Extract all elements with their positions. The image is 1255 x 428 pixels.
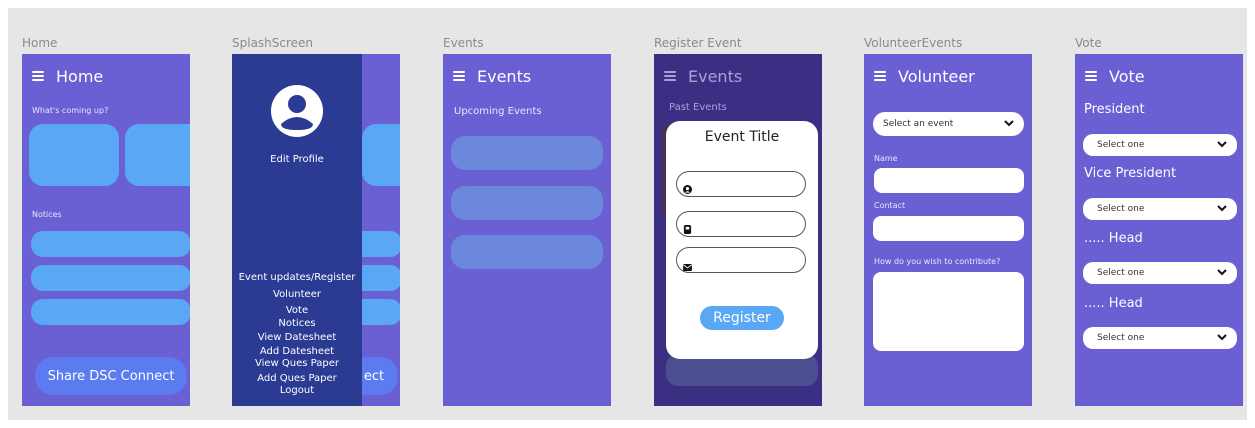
drawer-item-vote[interactable]: Vote [232, 305, 362, 316]
chevron-down-icon [1217, 204, 1227, 215]
drawer-item-view-datesheet[interactable]: View Datesheet [232, 332, 362, 343]
position-heading: President [1084, 102, 1145, 117]
event-card[interactable] [125, 124, 190, 186]
drawer-item-notices[interactable]: Notices [232, 318, 362, 329]
candidate-select[interactable]: Select one [1083, 262, 1237, 284]
menu-icon[interactable] [874, 71, 886, 81]
candidate-select-value: Select one [1097, 333, 1145, 343]
share-button[interactable]: Share DSC Connect [35, 357, 187, 395]
app-bar: Vote [1075, 64, 1243, 88]
mail-icon [683, 256, 692, 275]
modal-title: Event Title [704, 129, 780, 145]
phone-events: Events Upcoming Events [443, 54, 611, 406]
menu-icon[interactable] [453, 71, 465, 81]
candidate-select[interactable]: Select one [1083, 327, 1237, 349]
screen-title: Home [56, 66, 104, 86]
design-canvas [8, 8, 1247, 420]
contact-field[interactable] [873, 216, 1024, 241]
phone-vote: Vote President Select one Vice President… [1075, 54, 1243, 406]
register-modal: Event Title Register [666, 121, 818, 359]
event-select[interactable]: Select an event [873, 112, 1024, 136]
chevron-down-icon [1217, 333, 1227, 344]
app-bar: Home [22, 64, 190, 88]
candidate-select-value: Select one [1097, 140, 1145, 150]
name-label: Name [874, 154, 898, 163]
notices-label: Notices [32, 210, 62, 219]
notice-item[interactable] [31, 299, 190, 325]
drawer-item-logout[interactable]: Logout [232, 385, 362, 396]
drawer-item-event-updates[interactable]: Event updates/Register [232, 272, 362, 283]
phone-home: Home What's coming up? Notices Share DSC… [22, 54, 190, 406]
position-heading: ..... Head [1084, 231, 1143, 246]
drawer-item-add-datesheet[interactable]: Add Datesheet [232, 346, 362, 357]
contribute-label: How do you wish to contribute? [874, 257, 1001, 266]
menu-icon [664, 71, 676, 81]
candidate-select-value: Select one [1097, 204, 1145, 214]
coming-up-label: What's coming up? [32, 106, 109, 115]
phone-splash: ect Edit Profile Event updates/Register … [232, 54, 400, 406]
screen-title: Volunteer [898, 66, 975, 86]
candidate-select[interactable]: Select one [1083, 198, 1237, 220]
edit-profile-link[interactable]: Edit Profile [232, 154, 362, 165]
event-item[interactable] [451, 136, 603, 170]
email-input[interactable] [676, 247, 806, 273]
past-events-label: Past Events [669, 102, 727, 113]
menu-icon[interactable] [1085, 71, 1097, 81]
app-bar: Volunteer [864, 64, 1032, 88]
phone-input[interactable] [676, 211, 806, 237]
drawer-item-view-ques-paper[interactable]: View Ques Paper [232, 358, 362, 369]
upcoming-events-label: Upcoming Events [454, 106, 542, 117]
phone-icon [683, 219, 692, 238]
navigation-drawer: Edit Profile Event updates/Register Volu… [232, 54, 362, 406]
contribute-textarea[interactable] [873, 272, 1024, 351]
frame-label-vote: Vote [1075, 36, 1102, 50]
drawer-item-add-ques-paper[interactable]: Add Ques Paper [232, 373, 362, 384]
event-item[interactable] [451, 186, 603, 220]
event-select-value: Select an event [883, 119, 954, 129]
app-bar: Events [443, 64, 611, 88]
frame-label-volunteer: VolunteerEvents [864, 36, 963, 50]
notice-item[interactable] [31, 265, 190, 291]
screen-title: Events [688, 66, 743, 86]
menu-icon[interactable] [32, 71, 44, 81]
event-card[interactable] [29, 124, 119, 186]
position-heading: Vice President [1084, 166, 1177, 181]
phone-volunteer: Volunteer Select an event Name Contact H… [864, 54, 1032, 406]
position-heading: ..... Head [1084, 296, 1143, 311]
event-item[interactable] [451, 235, 603, 269]
profile-avatar-icon[interactable] [270, 84, 324, 138]
app-bar: Events [654, 64, 822, 88]
candidate-select[interactable]: Select one [1083, 134, 1237, 156]
candidate-select-value: Select one [1097, 268, 1145, 278]
chevron-down-icon [1217, 268, 1227, 279]
name-field[interactable] [874, 168, 1024, 193]
phone-register: Events Past Events Event Title Register [654, 54, 822, 406]
user-icon [683, 179, 692, 198]
contact-label: Contact [874, 201, 906, 210]
frame-label-home: Home [22, 36, 58, 50]
frame-label-register: Register Event [654, 36, 742, 50]
event-card [362, 124, 400, 186]
frame-label-splash: SplashScreen [232, 36, 314, 50]
chevron-down-icon [1217, 140, 1227, 151]
notice-item[interactable] [31, 231, 190, 257]
screen-title: Vote [1109, 66, 1145, 86]
frame-label-events: Events [443, 36, 484, 50]
drawer-item-volunteer[interactable]: Volunteer [232, 289, 362, 300]
register-button[interactable]: Register [700, 306, 784, 330]
name-input[interactable] [676, 171, 806, 197]
chevron-down-icon [1004, 119, 1014, 130]
screen-title: Events [477, 66, 532, 86]
